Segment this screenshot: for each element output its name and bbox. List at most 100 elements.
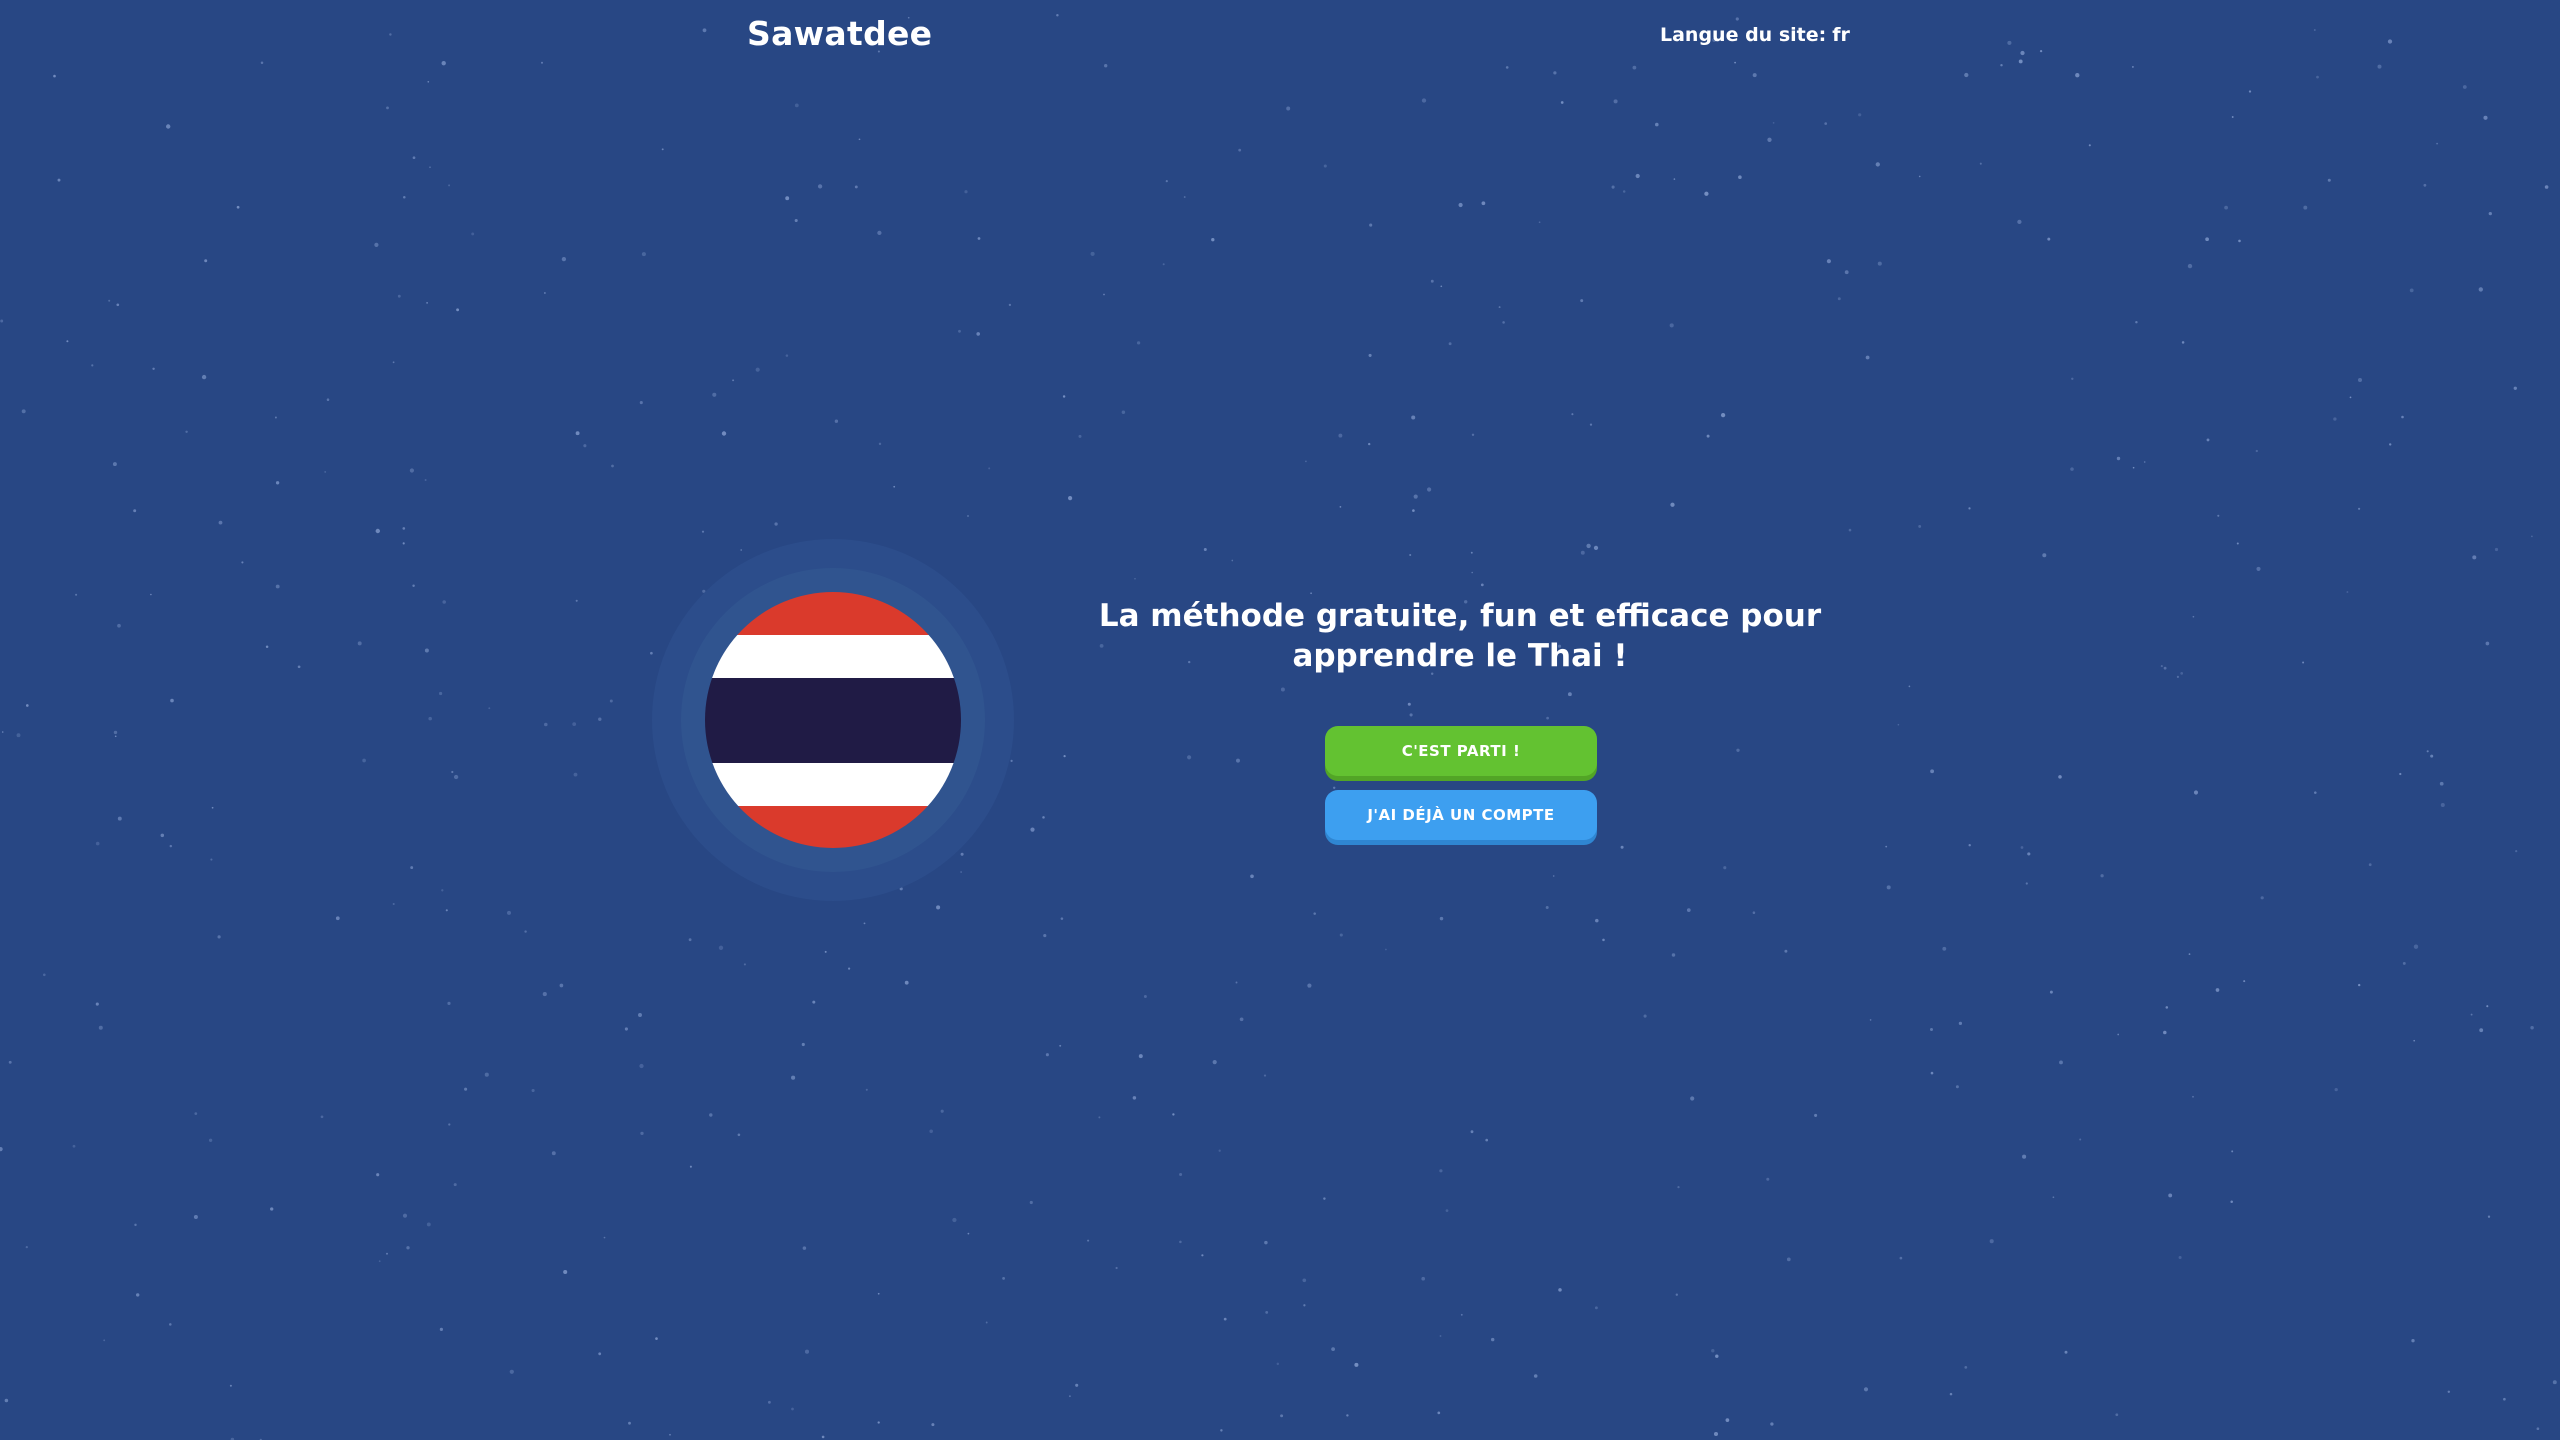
star — [1264, 1240, 1268, 1245]
star — [2544, 185, 2549, 189]
star — [1560, 101, 1564, 104]
star — [2192, 615, 2195, 618]
star — [2485, 641, 2490, 646]
star — [2205, 237, 2209, 242]
star — [53, 74, 56, 78]
star — [865, 1088, 868, 1091]
star — [1899, 1256, 1903, 1260]
star — [2494, 547, 2499, 552]
star — [1220, 1429, 1223, 1432]
star — [1238, 148, 1242, 152]
brand-logo[interactable]: Sawatdee — [747, 14, 932, 53]
star — [639, 1063, 644, 1069]
start-button[interactable]: C'EST PARTI ! — [1325, 726, 1597, 776]
star — [2236, 542, 2239, 545]
star — [2230, 1200, 2233, 1203]
star — [2426, 750, 2429, 753]
star — [1445, 1209, 1449, 1212]
star — [575, 431, 580, 436]
star — [2193, 790, 2199, 795]
star — [241, 561, 244, 564]
star — [2399, 772, 2402, 776]
star — [445, 909, 448, 912]
star — [103, 1339, 106, 1342]
star — [531, 1088, 535, 1093]
star — [1346, 1414, 1349, 1417]
star — [2479, 1028, 2484, 1033]
star — [2025, 882, 2028, 885]
star — [95, 841, 100, 846]
star — [1339, 933, 1343, 937]
star — [2064, 1350, 2068, 1354]
star — [1115, 1266, 1118, 1270]
star — [136, 1293, 140, 1297]
star — [1736, 748, 1740, 752]
star — [551, 1151, 556, 1156]
star — [406, 1246, 410, 1250]
star — [1236, 758, 1240, 763]
star — [931, 1423, 935, 1427]
star — [791, 1075, 796, 1080]
star — [1008, 303, 1012, 307]
star — [1068, 1395, 1071, 1398]
star — [1075, 1383, 1079, 1387]
star — [603, 1236, 606, 1239]
star — [1030, 827, 1035, 832]
star — [0, 1147, 3, 1152]
star — [774, 522, 778, 526]
star — [1413, 494, 1418, 499]
star — [2402, 961, 2406, 965]
star — [403, 196, 406, 199]
star — [1439, 916, 1444, 921]
star — [2180, 672, 2184, 675]
star — [598, 1352, 602, 1356]
star — [1567, 692, 1572, 697]
star — [2409, 288, 2414, 293]
star — [1968, 507, 1971, 510]
star — [91, 364, 94, 367]
star — [2303, 205, 2308, 210]
star — [1979, 162, 1982, 165]
star — [439, 691, 443, 696]
star — [456, 308, 460, 312]
star — [1752, 73, 1757, 78]
star — [732, 379, 735, 382]
star — [25, 1245, 28, 1249]
star — [2401, 415, 2404, 419]
star — [108, 299, 111, 302]
star — [1068, 496, 1073, 501]
star — [1908, 685, 1911, 688]
star — [2163, 666, 2167, 670]
star — [117, 816, 122, 821]
star — [1368, 442, 1371, 446]
star — [2503, 1397, 2506, 1401]
star — [16, 733, 21, 738]
star — [709, 1113, 713, 1117]
star — [689, 1165, 692, 1168]
star — [424, 648, 429, 653]
star — [1098, 1116, 1101, 1119]
star — [448, 1123, 451, 1126]
star — [638, 1013, 642, 1017]
star — [1669, 323, 1674, 328]
star — [2413, 1039, 2416, 1042]
existing-account-button[interactable]: J'AI DÉJÀ UN COMPTE — [1325, 790, 1597, 840]
star — [386, 106, 389, 110]
star — [1045, 1053, 1049, 1057]
star — [1201, 1254, 1204, 1257]
star — [1848, 528, 1852, 532]
star — [1675, 1293, 1678, 1296]
star — [1440, 285, 1443, 288]
site-language-selector[interactable]: Langue du site: fr — [1660, 24, 1850, 46]
star — [1439, 1169, 1443, 1173]
star — [1087, 1239, 1090, 1242]
star — [2470, 1013, 2473, 1016]
star — [2163, 1030, 2167, 1035]
star — [958, 329, 961, 333]
star — [1886, 885, 1891, 890]
star — [1677, 1185, 1680, 1189]
star — [1930, 769, 1935, 774]
star — [801, 1042, 805, 1047]
star — [1276, 1362, 1280, 1366]
star — [1409, 713, 1413, 717]
